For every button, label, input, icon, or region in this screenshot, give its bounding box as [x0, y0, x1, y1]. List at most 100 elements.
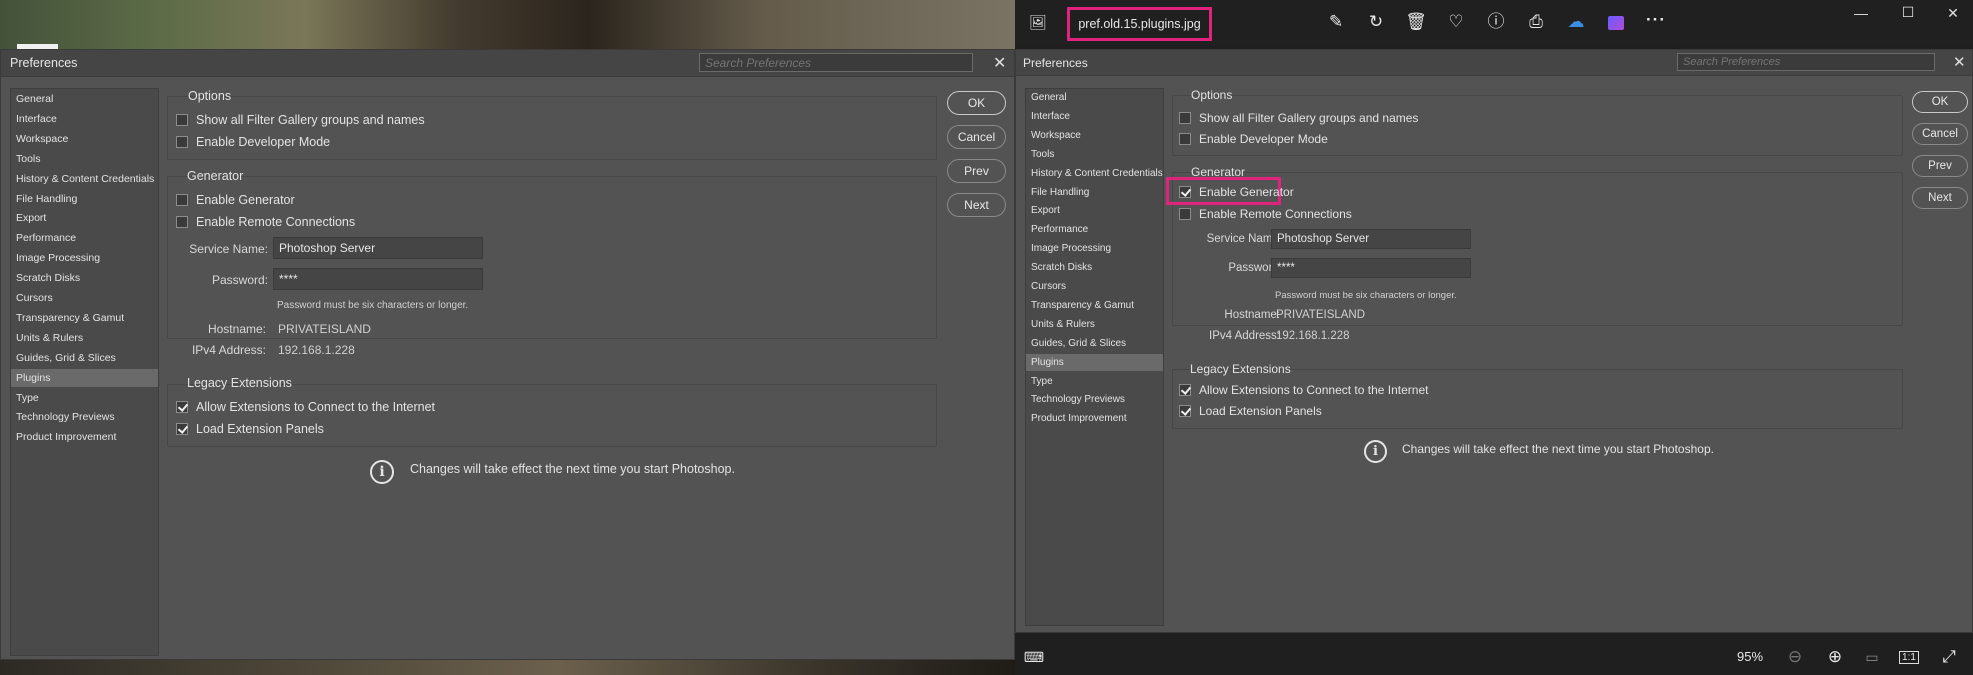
- next-button[interactable]: Next: [1912, 187, 1968, 209]
- sidebar-item[interactable]: Scratch Disks: [1026, 259, 1163, 277]
- enable-generator-option[interactable]: Enable Generator: [1179, 185, 1294, 199]
- search-preferences-input[interactable]: [699, 53, 973, 72]
- sidebar-item[interactable]: History & Content Credentials: [1026, 165, 1163, 183]
- search-preferences-input[interactable]: [1677, 53, 1935, 71]
- remote-connections-option[interactable]: Enable Remote Connections: [176, 215, 355, 229]
- cancel-button[interactable]: Cancel: [947, 125, 1006, 149]
- sidebar-item[interactable]: Tools: [1026, 146, 1163, 164]
- sidebar-item[interactable]: Units & Rulers: [1026, 316, 1163, 334]
- sidebar-item[interactable]: File Handling: [1026, 184, 1163, 202]
- legacy-internet-checkbox[interactable]: [176, 401, 188, 413]
- sidebar-item[interactable]: Image Processing: [11, 249, 158, 268]
- prev-button[interactable]: Prev: [1912, 155, 1968, 177]
- cancel-button[interactable]: Cancel: [1912, 123, 1968, 145]
- more-icon[interactable]: ···: [1644, 8, 1668, 32]
- photo-viewer-window: 🖼 pref.old.15.plugins.jpg ✎ ↻ 🗑 ♡ ⓘ ⎙ ☁ …: [1015, 0, 1973, 675]
- clipchamp-icon[interactable]: [1604, 10, 1628, 34]
- close-window-icon[interactable]: ✕: [1943, 5, 1963, 22]
- service-name-field[interactable]: Photoshop Server: [1271, 229, 1471, 249]
- legacy-panels-option[interactable]: Load Extension Panels: [1179, 404, 1322, 418]
- password-field[interactable]: ****: [1271, 258, 1471, 278]
- filter-gallery-option[interactable]: Show all Filter Gallery groups and names: [1179, 111, 1418, 125]
- sidebar-item[interactable]: Cursors: [11, 289, 158, 308]
- sidebar-item[interactable]: Guides, Grid & Slices: [11, 349, 158, 368]
- filmstrip-icon[interactable]: ⌨: [1022, 645, 1046, 669]
- filter-gallery-checkbox[interactable]: [176, 114, 188, 126]
- remote-connections-checkbox[interactable]: [176, 216, 188, 228]
- favorite-icon[interactable]: ♡: [1444, 10, 1468, 34]
- sidebar-item[interactable]: Workspace: [11, 130, 158, 149]
- minimize-icon[interactable]: —: [1851, 5, 1871, 21]
- filter-gallery-option[interactable]: Show all Filter Gallery groups and names: [176, 113, 425, 127]
- sidebar-item[interactable]: Product Improvement: [1026, 410, 1163, 428]
- sidebar-item[interactable]: Guides, Grid & Slices: [1026, 335, 1163, 353]
- sidebar-item[interactable]: Transparency & Gamut: [1026, 297, 1163, 315]
- image-icon[interactable]: 🖼: [1026, 10, 1050, 34]
- sidebar-item[interactable]: File Handling: [11, 190, 158, 209]
- sidebar-item[interactable]: Product Improvement: [11, 428, 158, 447]
- sidebar-item[interactable]: Cursors: [1026, 278, 1163, 296]
- sidebar-item[interactable]: Interface: [1026, 108, 1163, 126]
- sidebar-item[interactable]: Technology Previews: [1026, 391, 1163, 409]
- legacy-panels-option[interactable]: Load Extension Panels: [176, 422, 324, 436]
- legacy-internet-option[interactable]: Allow Extensions to Connect to the Inter…: [176, 400, 435, 414]
- onedrive-icon[interactable]: ☁: [1564, 10, 1588, 34]
- edit-icon[interactable]: ✎: [1324, 10, 1348, 34]
- sidebar-item[interactable]: Type: [1026, 373, 1163, 391]
- service-name-field[interactable]: Photoshop Server: [273, 237, 483, 259]
- fullscreen-icon[interactable]: ⤢: [1937, 645, 1961, 669]
- sidebar-item[interactable]: General: [11, 90, 158, 109]
- file-name-tab[interactable]: pref.old.15.plugins.jpg: [1067, 7, 1212, 41]
- enable-generator-option[interactable]: Enable Generator: [176, 193, 295, 207]
- sidebar-item[interactable]: Scratch Disks: [11, 269, 158, 288]
- sidebar-item[interactable]: Technology Previews: [11, 408, 158, 427]
- close-icon[interactable]: ✕: [993, 53, 1006, 73]
- password-field[interactable]: ****: [273, 268, 483, 290]
- developer-mode-option[interactable]: Enable Developer Mode: [1179, 132, 1328, 146]
- legacy-panels-checkbox[interactable]: [176, 423, 188, 435]
- legacy-internet-option[interactable]: Allow Extensions to Connect to the Inter…: [1179, 383, 1428, 397]
- close-icon[interactable]: ✕: [1953, 53, 1966, 71]
- legacy-panels-checkbox[interactable]: [1179, 405, 1191, 417]
- sidebar-item[interactable]: Units & Rulers: [11, 329, 158, 348]
- sidebar-item[interactable]: Plugins: [1026, 353, 1163, 372]
- sidebar-item[interactable]: Performance: [11, 229, 158, 248]
- delete-icon[interactable]: 🗑: [1404, 10, 1428, 34]
- maximize-icon[interactable]: ☐: [1898, 4, 1918, 21]
- filter-gallery-checkbox[interactable]: [1179, 112, 1191, 124]
- zoom-out-icon[interactable]: ⊖: [1783, 645, 1807, 669]
- developer-mode-checkbox[interactable]: [176, 136, 188, 148]
- preferences-dialog-left: Preferences ✕ GeneralInterfaceWorkspaceT…: [0, 49, 1015, 660]
- sidebar-item[interactable]: General: [1026, 89, 1163, 107]
- enable-generator-checkbox[interactable]: [176, 194, 188, 206]
- developer-mode-checkbox[interactable]: [1179, 133, 1191, 145]
- sidebar-item[interactable]: Plugins: [11, 368, 158, 388]
- sidebar-item[interactable]: Export: [1026, 202, 1163, 220]
- actual-size-icon[interactable]: 1:1: [1897, 646, 1921, 670]
- developer-mode-option[interactable]: Enable Developer Mode: [176, 135, 330, 149]
- fit-to-window-icon[interactable]: ▭: [1860, 645, 1884, 669]
- hostname-value: PRIVATEISLAND: [1276, 309, 1366, 321]
- sidebar-item[interactable]: History & Content Credentials: [11, 170, 158, 189]
- sidebar-item[interactable]: Type: [11, 389, 158, 408]
- rotate-icon[interactable]: ↻: [1364, 10, 1388, 34]
- remote-connections-checkbox[interactable]: [1179, 208, 1191, 220]
- sidebar-item[interactable]: Performance: [1026, 221, 1163, 239]
- prev-button[interactable]: Prev: [947, 159, 1006, 183]
- info-icon[interactable]: ⓘ: [1484, 10, 1508, 34]
- sidebar-item[interactable]: Export: [11, 209, 158, 228]
- print-icon[interactable]: ⎙: [1524, 10, 1548, 34]
- sidebar-item[interactable]: Workspace: [1026, 127, 1163, 145]
- zoom-in-icon[interactable]: ⊕: [1823, 645, 1847, 669]
- password-label: Password:: [211, 273, 268, 287]
- sidebar-item[interactable]: Transparency & Gamut: [11, 309, 158, 328]
- sidebar-item[interactable]: Interface: [11, 110, 158, 129]
- ok-button[interactable]: OK: [947, 91, 1006, 115]
- legacy-internet-checkbox[interactable]: [1179, 384, 1191, 396]
- enable-generator-checkbox[interactable]: [1179, 186, 1191, 198]
- remote-connections-option[interactable]: Enable Remote Connections: [1179, 207, 1352, 221]
- ok-button[interactable]: OK: [1912, 91, 1968, 113]
- next-button[interactable]: Next: [947, 193, 1006, 217]
- sidebar-item[interactable]: Image Processing: [1026, 240, 1163, 258]
- sidebar-item[interactable]: Tools: [11, 150, 158, 169]
